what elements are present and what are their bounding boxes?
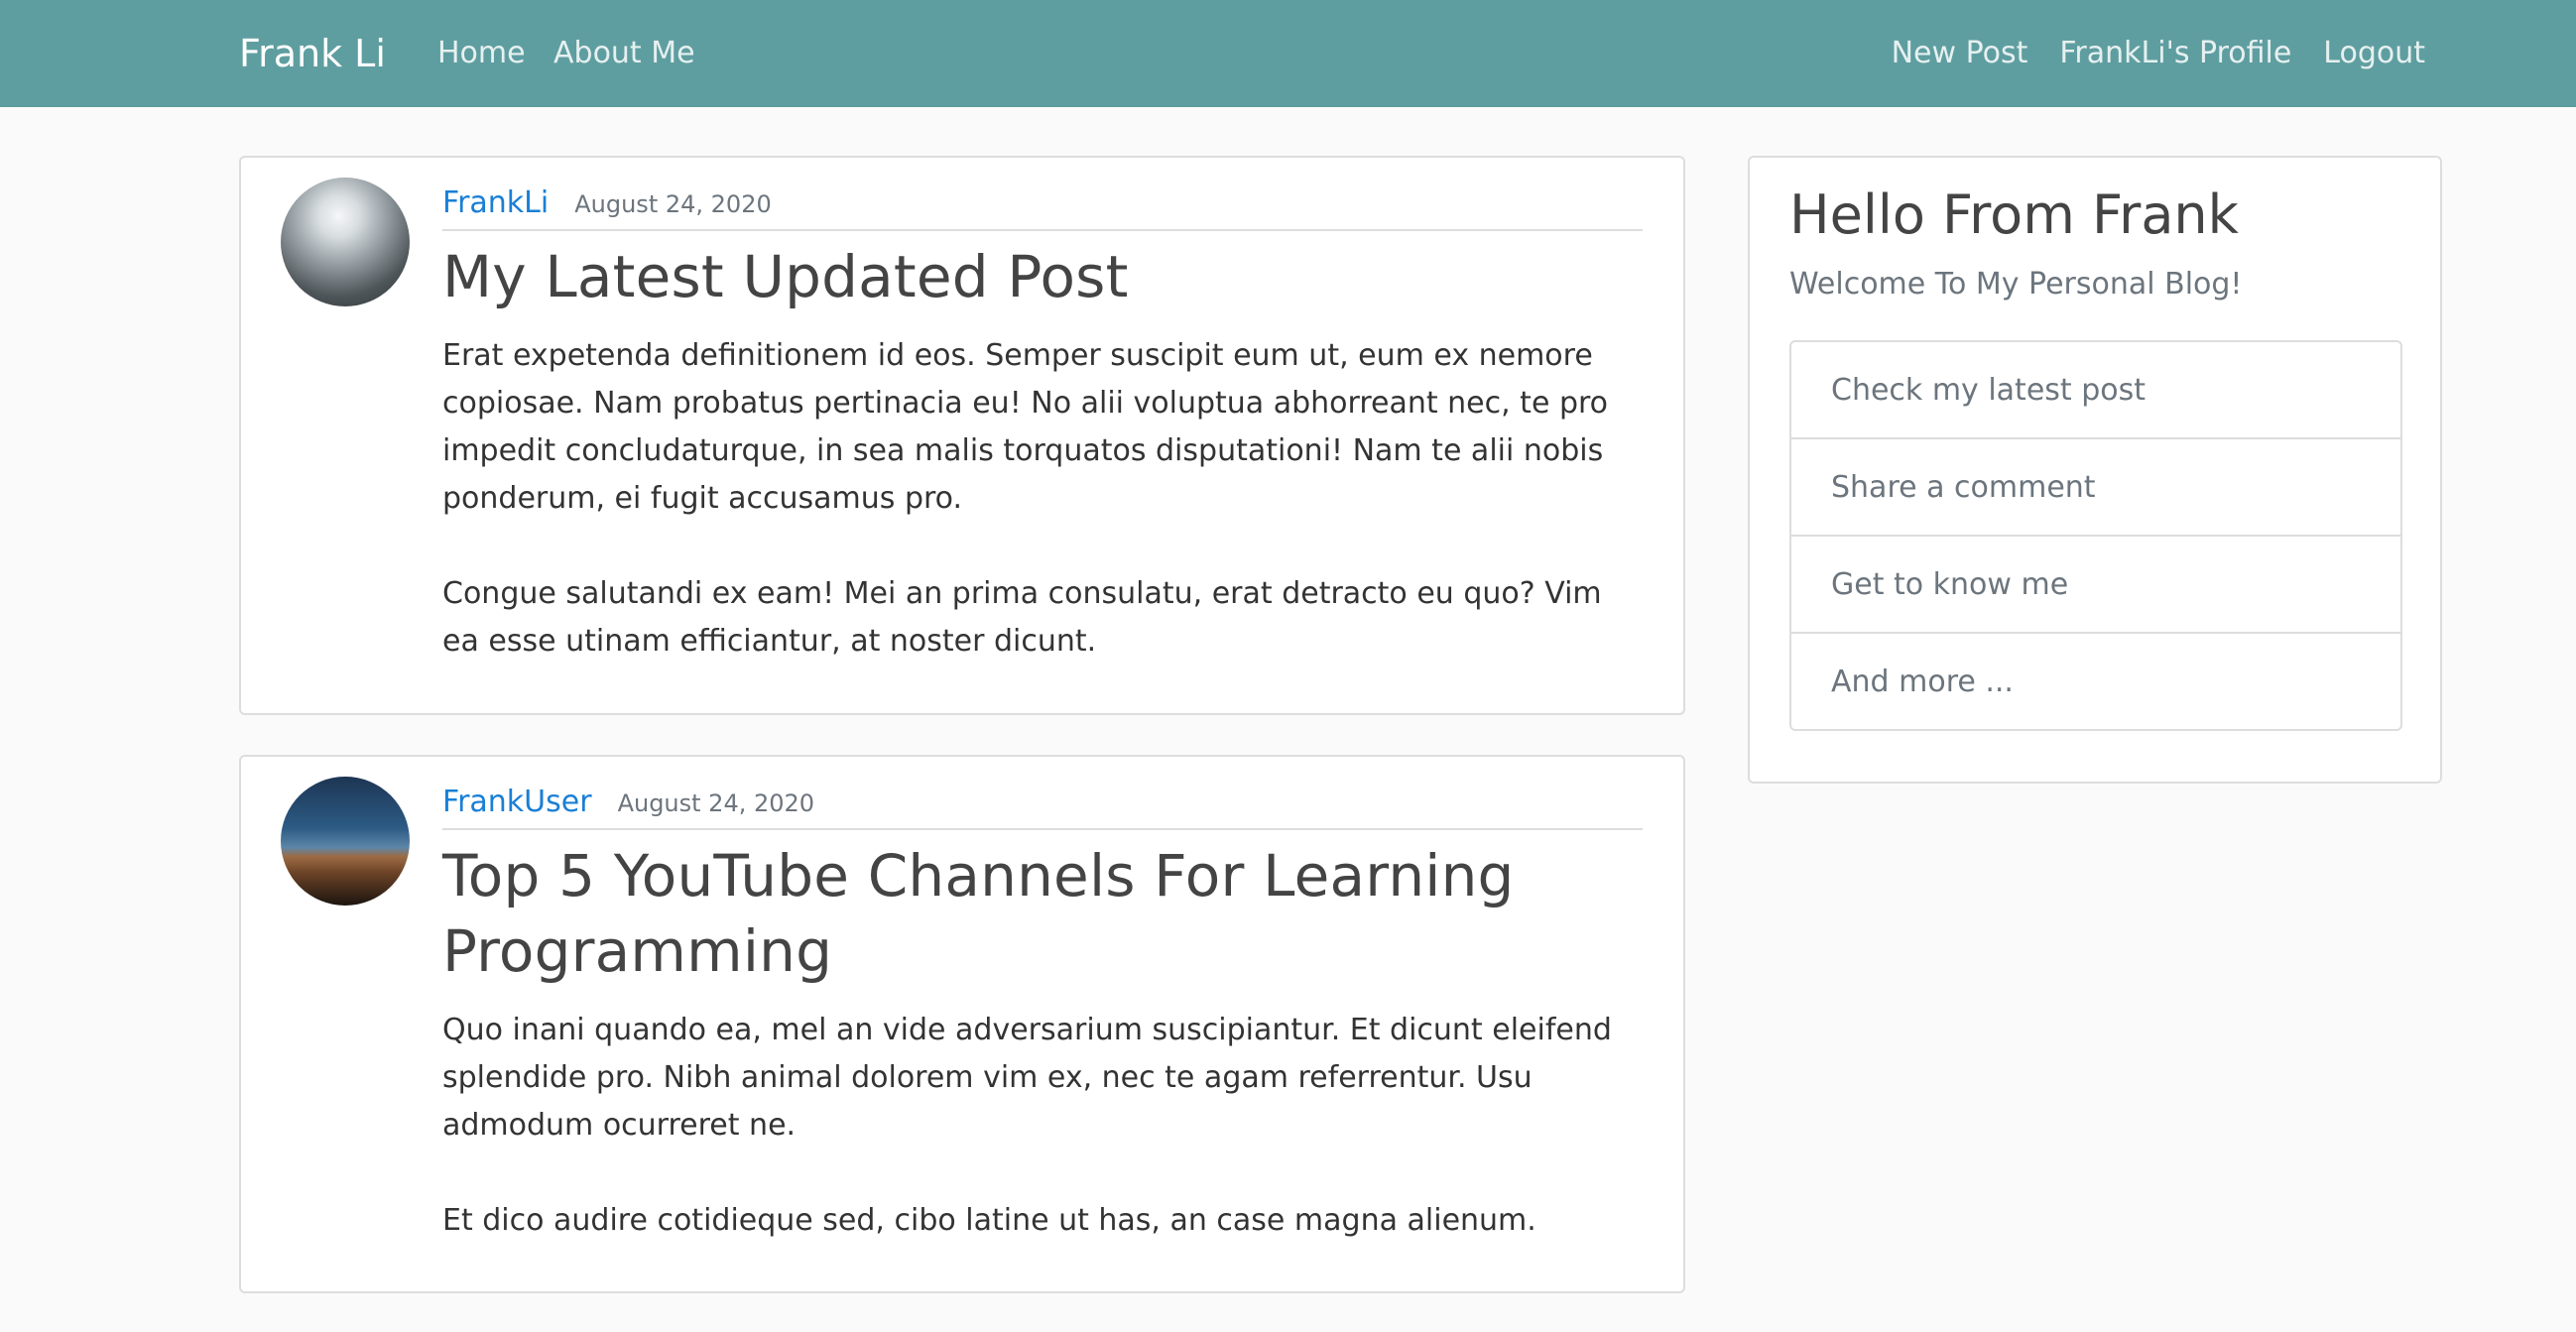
author-avatar — [281, 777, 410, 906]
nav-profile-link[interactable]: FrankLi's Profile — [2059, 32, 2291, 75]
author-avatar — [281, 178, 410, 306]
navbar-right-group: New Post FrankLi's Profile Logout — [1892, 32, 2425, 75]
post-card: FrankUser August 24, 2020 Top 5 YouTube … — [239, 755, 1685, 1293]
sidebar-title: Hello From Frank — [1789, 183, 2239, 246]
post-date: August 24, 2020 — [574, 190, 772, 218]
sidebar-item-share-comment[interactable]: Share a comment — [1791, 439, 2400, 537]
post-title-link[interactable]: Top 5 YouTube Channels For Learning Prog… — [442, 838, 1643, 989]
post-paragraph: Erat expetenda definitionem id eos. Semp… — [442, 338, 1609, 516]
post-title-link[interactable]: My Latest Updated Post — [442, 239, 1643, 314]
post-content: Quo inani quando ea, mel an vide adversa… — [442, 1007, 1643, 1292]
post-card: FrankLi August 24, 2020 My Latest Update… — [239, 156, 1685, 715]
post-content: Erat expetenda definitionem id eos. Semp… — [442, 332, 1643, 713]
post-paragraph: Et dico audire cotidieque sed, cibo lati… — [442, 1203, 1536, 1238]
nav-logout-link[interactable]: Logout — [2323, 32, 2425, 75]
post-paragraph: Quo inani quando ea, mel an vide adversa… — [442, 1013, 1612, 1143]
sidebar-subtitle: Welcome To My Personal Blog! — [1789, 267, 2243, 302]
post-meta: FrankLi August 24, 2020 — [442, 180, 1643, 231]
nav-new-post-link[interactable]: New Post — [1892, 32, 2028, 75]
sidebar-card: Hello From Frank Welcome To My Personal … — [1748, 156, 2442, 784]
post-author-link[interactable]: FrankLi — [442, 180, 549, 227]
post-paragraph: Congue salutandi ex eam! Mei an prima co… — [442, 576, 1602, 659]
post-date: August 24, 2020 — [617, 789, 815, 817]
top-navbar: Frank Li Home About Me New Post FrankLi'… — [0, 0, 2576, 107]
sidebar-item-latest-post[interactable]: Check my latest post — [1791, 342, 2400, 439]
brand-link[interactable]: Frank Li — [239, 28, 386, 79]
sidebar-list: Check my latest post Share a comment Get… — [1789, 340, 2402, 731]
nav-home-link[interactable]: Home — [437, 32, 526, 75]
sidebar-item-more[interactable]: And more ... — [1791, 634, 2400, 729]
nav-about-link[interactable]: About Me — [553, 32, 695, 75]
sidebar-item-know-me[interactable]: Get to know me — [1791, 537, 2400, 634]
post-meta: FrankUser August 24, 2020 — [442, 779, 1643, 830]
post-author-link[interactable]: FrankUser — [442, 779, 592, 826]
